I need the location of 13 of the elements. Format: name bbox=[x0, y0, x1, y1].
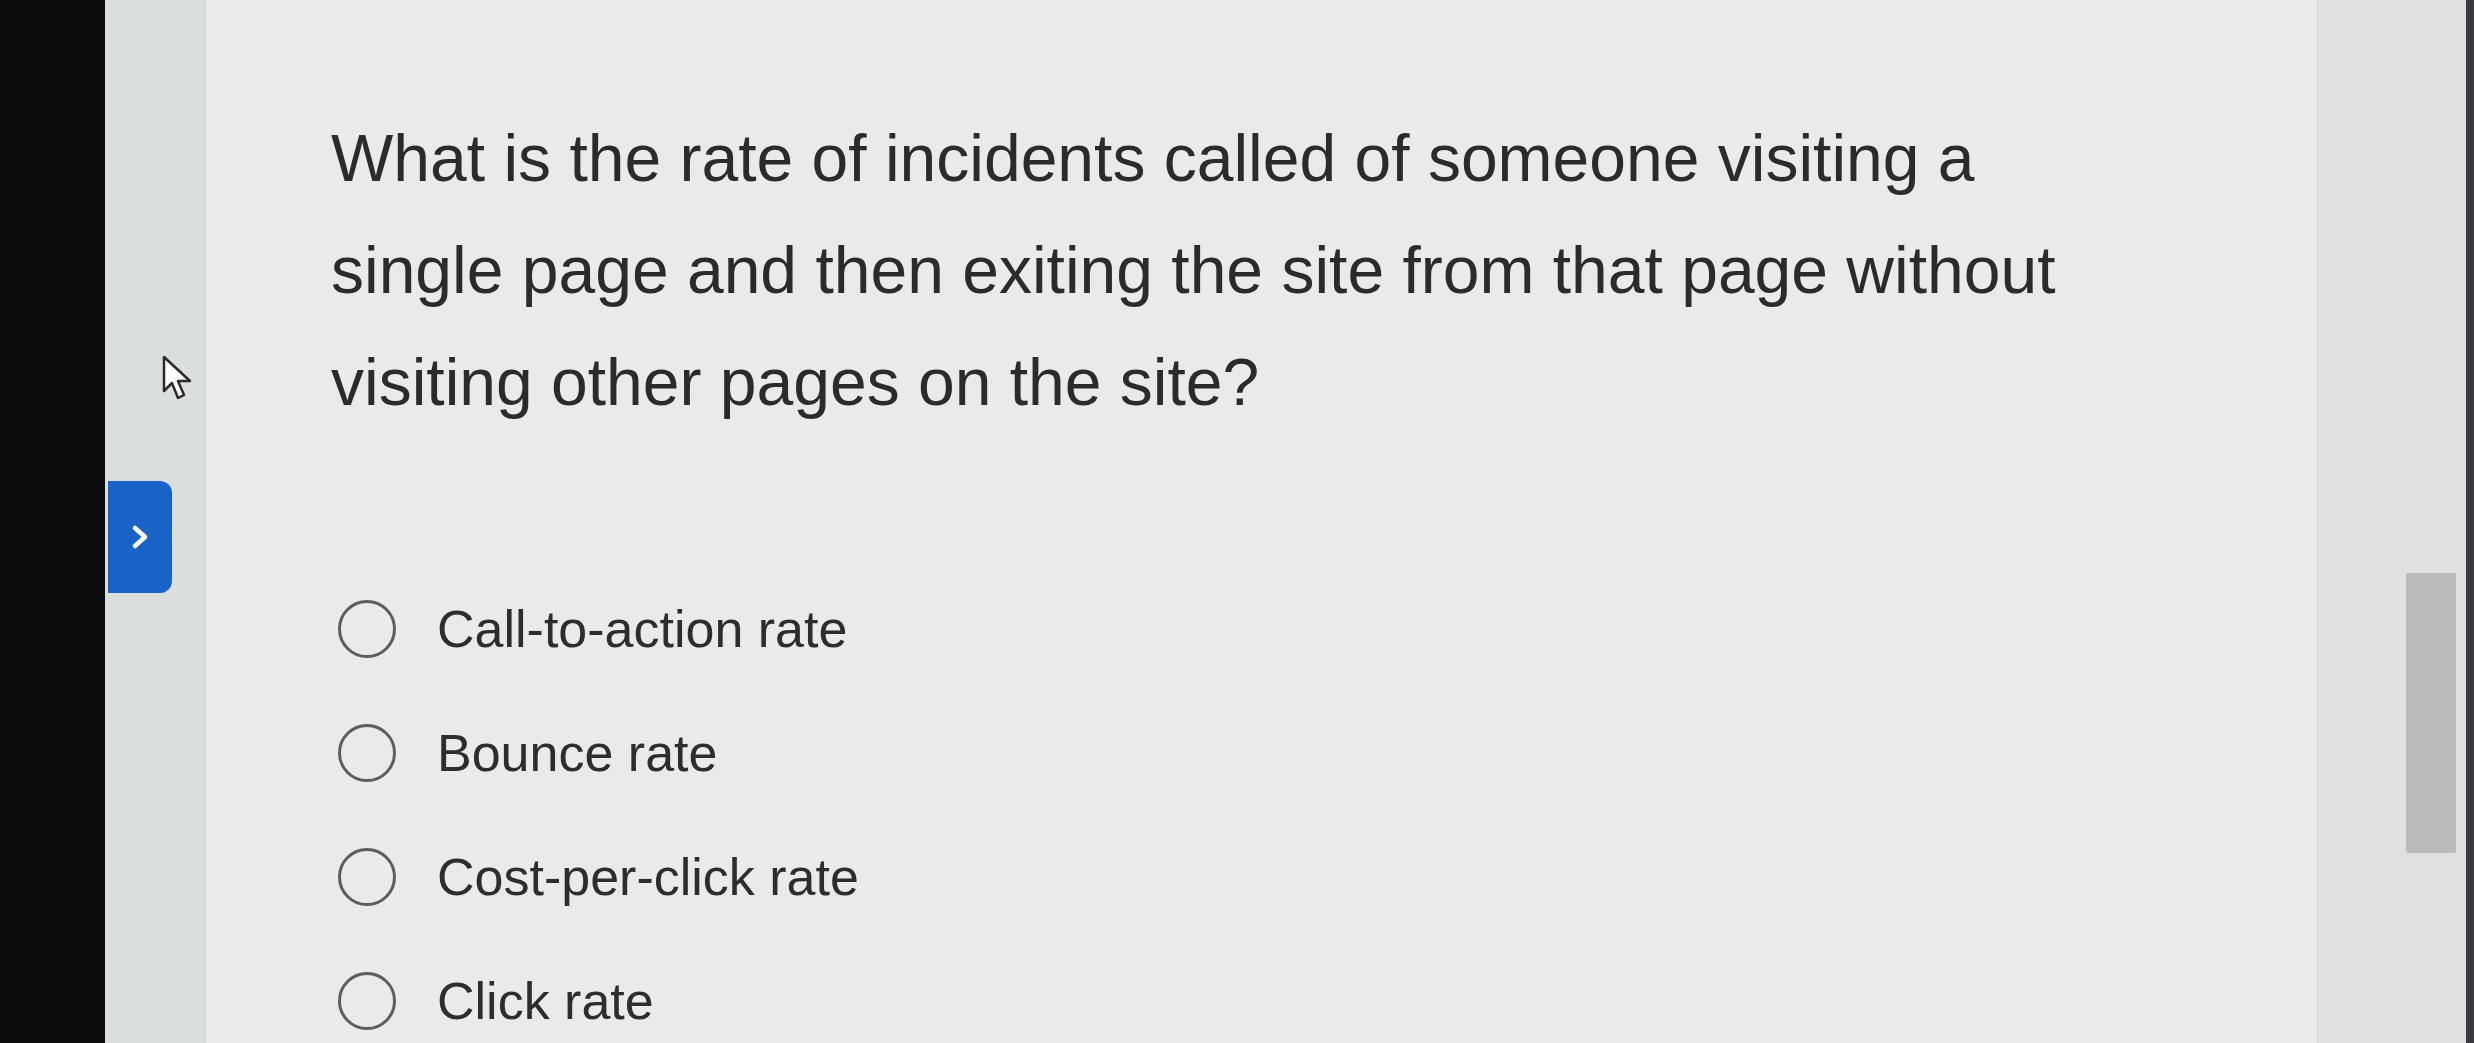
mouse-pointer-icon bbox=[162, 355, 192, 401]
scrollbar-thumb[interactable] bbox=[2406, 573, 2456, 853]
radio-button[interactable] bbox=[338, 600, 396, 658]
option-label[interactable]: Cost-per-click rate bbox=[437, 845, 859, 909]
side-panel-toggle[interactable] bbox=[108, 481, 172, 593]
option-label[interactable]: Click rate bbox=[437, 969, 654, 1033]
option-label[interactable]: Bounce rate bbox=[437, 721, 718, 785]
chevron-right-icon bbox=[131, 524, 149, 550]
question-text: What is the rate of incidents called of someone visiting a single page and then exiting the site from that page without visiting other pages on the site? bbox=[331, 120, 2057, 421]
radio-button[interactable] bbox=[338, 848, 396, 906]
option-label[interactable]: Call-to-action rate bbox=[437, 597, 848, 661]
radio-button[interactable] bbox=[338, 972, 396, 1030]
radio-button[interactable] bbox=[338, 724, 396, 782]
